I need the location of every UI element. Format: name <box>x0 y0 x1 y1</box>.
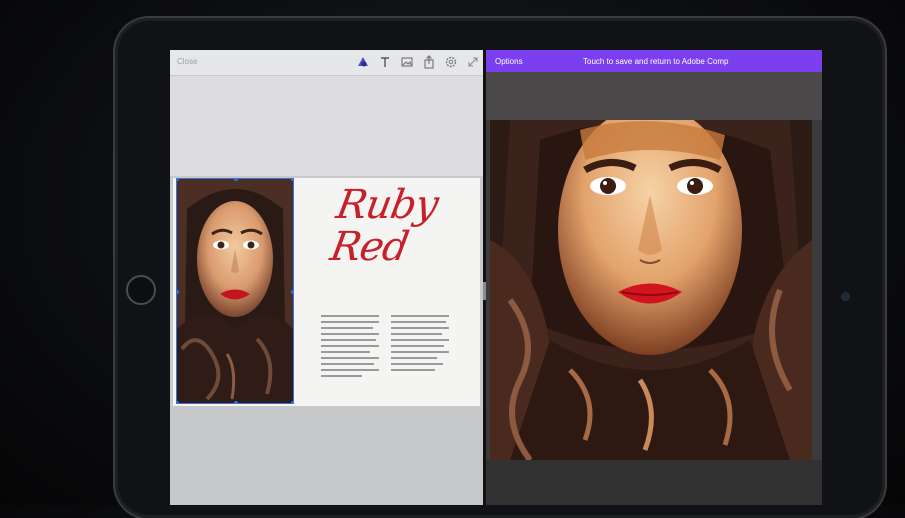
comp-pane: Close Ruby Red <box>170 50 483 505</box>
expand-icon[interactable] <box>467 55 479 69</box>
resize-handle[interactable] <box>234 401 238 403</box>
layout-title[interactable]: Ruby Red <box>323 180 443 280</box>
editor-header-bar[interactable]: Options Touch to save and return to Adob… <box>486 50 822 72</box>
body-text-column-2[interactable] <box>391 315 449 375</box>
options-button[interactable]: Options <box>495 57 523 66</box>
shape-icon[interactable] <box>357 55 369 69</box>
resize-handle[interactable] <box>177 401 179 403</box>
ipad-screen: Close Ruby Red Options Touch to save and… <box>170 50 822 505</box>
close-button[interactable]: Close <box>177 57 197 66</box>
front-camera <box>842 293 849 300</box>
canvas-background-lower <box>170 408 483 505</box>
body-text-column-1[interactable] <box>321 315 379 381</box>
image-icon[interactable] <box>401 55 413 69</box>
edited-portrait-image[interactable] <box>490 120 812 460</box>
editor-bottom-area <box>486 460 822 505</box>
comp-toolbar: Close <box>170 50 483 76</box>
canvas-background <box>170 76 483 176</box>
settings-icon[interactable] <box>445 55 457 69</box>
selected-image-frame[interactable] <box>176 178 294 404</box>
resize-handle[interactable] <box>291 290 293 294</box>
text-icon[interactable] <box>379 55 391 69</box>
portrait-thumbnail <box>177 179 293 403</box>
editor-pane: Options Touch to save and return to Adob… <box>486 50 822 505</box>
resize-handle[interactable] <box>291 179 293 181</box>
toolbar-icons <box>357 55 479 69</box>
home-button[interactable] <box>126 275 156 305</box>
portrait-image <box>490 120 812 460</box>
title-line-1: Ruby <box>332 182 442 228</box>
editor-toolbar-area <box>486 72 822 120</box>
title-line-2: Red <box>326 224 412 270</box>
resize-handle[interactable] <box>291 401 293 403</box>
layout-artboard[interactable]: Ruby Red <box>173 178 480 406</box>
share-icon[interactable] <box>423 55 435 69</box>
save-and-return-button[interactable]: Touch to save and return to Adobe Comp <box>583 57 728 66</box>
